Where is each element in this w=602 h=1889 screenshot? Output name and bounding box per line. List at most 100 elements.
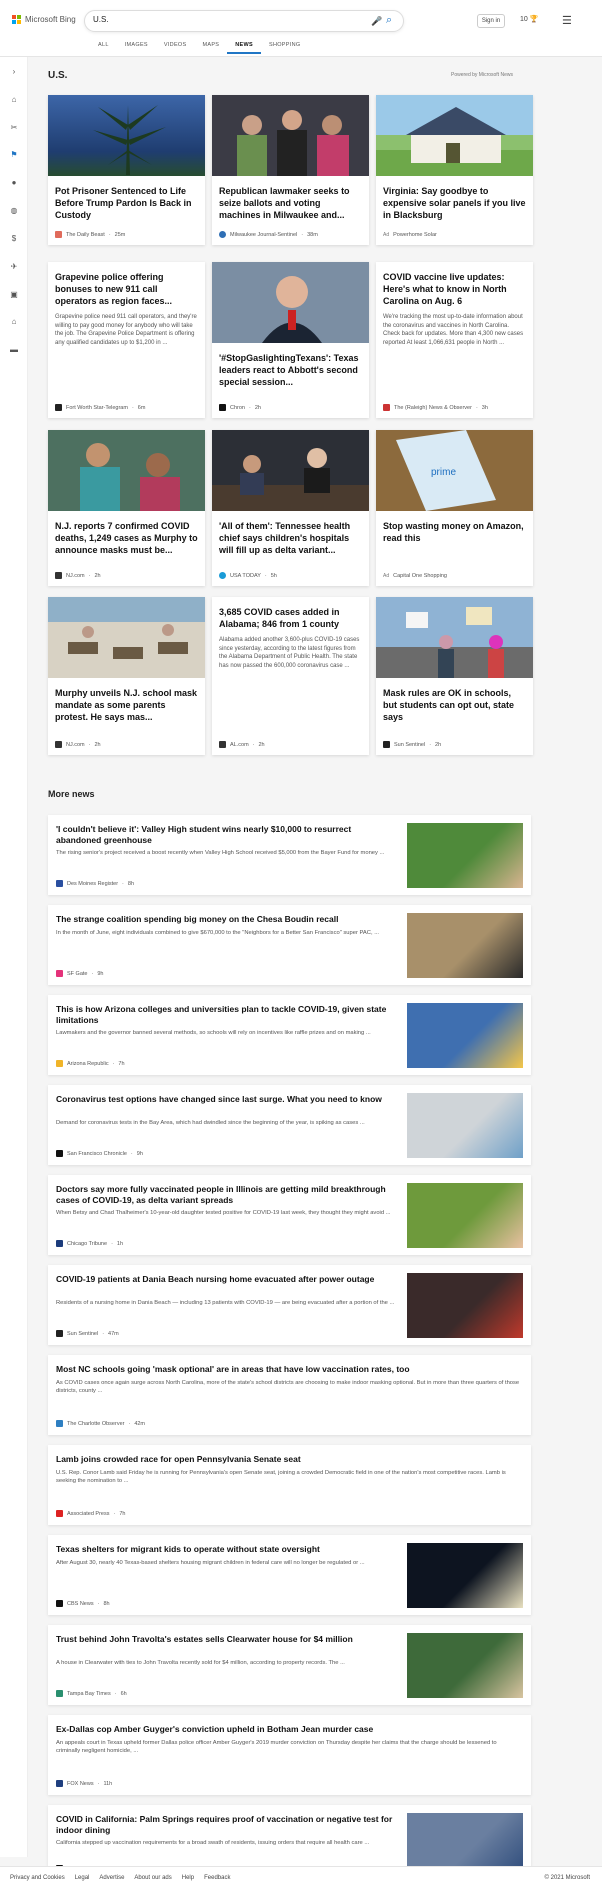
globe-icon[interactable]: ◍: [9, 206, 19, 216]
card-headline[interactable]: 3,685 COVID cases added in Alabama; 846 …: [219, 606, 362, 630]
footer-feedback-link[interactable]: Feedback: [204, 1875, 230, 1881]
tab-maps[interactable]: MAPS: [194, 42, 227, 54]
tab-all[interactable]: ALL: [90, 42, 117, 54]
footer-help-link[interactable]: Help: [182, 1875, 194, 1881]
more-news-item[interactable]: Ex-Dallas cop Amber Guyger's conviction …: [48, 1715, 531, 1795]
card-headline[interactable]: Virginia: Say goodbye to expensive solar…: [383, 185, 526, 221]
more-news-item[interactable]: Texas shelters for migrant kids to opera…: [48, 1535, 531, 1615]
more-news-headline[interactable]: Lamb joins crowded race for open Pennsyl…: [56, 1454, 521, 1465]
location-icon[interactable]: ●: [9, 178, 19, 188]
more-news-thumbnail[interactable]: [407, 913, 523, 978]
rewards-badge[interactable]: 10 🏆: [520, 15, 538, 23]
more-news-thumbnail[interactable]: [407, 823, 523, 888]
more-news-headline[interactable]: Trust behind John Travolta's estates sel…: [56, 1634, 396, 1645]
flag-icon[interactable]: ⚑: [9, 150, 19, 160]
hamburger-menu-icon[interactable]: ☰: [562, 14, 572, 27]
source-logo-icon: [56, 880, 63, 887]
source-logo-icon: [56, 1150, 63, 1157]
time-sep: ·: [248, 404, 251, 411]
more-news-item[interactable]: Coronavirus test options have changed si…: [48, 1085, 531, 1165]
news-card[interactable]: Mask rules are OK in schools, but studen…: [376, 597, 533, 755]
more-news-headline[interactable]: Texas shelters for migrant kids to opera…: [56, 1544, 396, 1555]
search-input[interactable]: [93, 15, 363, 24]
news-card[interactable]: prime Stop wasting money on Amazon, read…: [376, 430, 533, 586]
press-conference-image: [212, 430, 369, 511]
money-icon[interactable]: $: [9, 234, 19, 244]
science-icon[interactable]: ✈: [9, 262, 19, 272]
news-card[interactable]: N.J. reports 7 confirmed COVID deaths, 1…: [48, 430, 205, 586]
source-logo-icon: [55, 404, 62, 411]
vaccination-image: [48, 430, 205, 511]
source-time: 7h: [118, 1060, 125, 1067]
news-card[interactable]: Republican lawmaker seeks to seize ballo…: [212, 95, 369, 245]
more-news-item[interactable]: Doctors say more fully vaccinated people…: [48, 1175, 531, 1255]
tech-icon[interactable]: ▬: [9, 345, 19, 355]
card-headline[interactable]: Grapevine police offering bonuses to new…: [55, 271, 198, 307]
news-card[interactable]: 3,685 COVID cases added in Alabama; 846 …: [212, 597, 369, 755]
more-news-item[interactable]: The strange coalition spending big money…: [48, 905, 531, 985]
more-news-headline[interactable]: The strange coalition spending big money…: [56, 914, 396, 925]
bing-logo[interactable]: Microsoft Bing: [12, 15, 76, 24]
footer-privacy-link[interactable]: Privacy and Cookies: [10, 1875, 65, 1881]
news-card[interactable]: Murphy unveils N.J. school mask mandate …: [48, 597, 205, 755]
more-news-thumbnail[interactable]: [407, 1633, 523, 1698]
footer-legal-link[interactable]: Legal: [75, 1875, 90, 1881]
entertainment-icon[interactable]: ▣: [9, 290, 19, 300]
news-card[interactable]: 'All of them': Tennessee health chief sa…: [212, 430, 369, 586]
news-card[interactable]: Virginia: Say goodbye to expensive solar…: [376, 95, 533, 245]
more-news-thumbnail[interactable]: [407, 1093, 523, 1158]
search-icon[interactable]: ⌕: [386, 14, 392, 27]
source-name: SF Gate: [67, 970, 88, 977]
more-news-item[interactable]: Trust behind John Travolta's estates sel…: [48, 1625, 531, 1705]
card-headline[interactable]: Stop wasting money on Amazon, read this: [383, 520, 526, 544]
more-news-headline[interactable]: Coronavirus test options have changed si…: [56, 1094, 396, 1105]
news-card[interactable]: COVID vaccine live updates: Here's what …: [376, 262, 533, 418]
more-news-item[interactable]: COVID-19 patients at Dania Beach nursing…: [48, 1265, 531, 1345]
home-icon[interactable]: ⌂: [9, 95, 19, 105]
more-news-headline[interactable]: Ex-Dallas cop Amber Guyger's conviction …: [56, 1724, 521, 1735]
card-headline[interactable]: Republican lawmaker seeks to seize ballo…: [219, 185, 362, 221]
card-headline[interactable]: Pot Prisoner Sentenced to Life Before Tr…: [55, 185, 198, 221]
card-headline[interactable]: Mask rules are OK in schools, but studen…: [383, 687, 526, 723]
more-news-summary: An appeals court in Texas upheld former …: [56, 1740, 497, 1754]
more-news-item[interactable]: This is how Arizona colleges and univers…: [48, 995, 531, 1075]
tab-news[interactable]: NEWS: [227, 42, 261, 54]
more-news-headline[interactable]: COVID-19 patients at Dania Beach nursing…: [56, 1274, 396, 1285]
news-card[interactable]: Grapevine police offering bonuses to new…: [48, 262, 205, 418]
footer-advertise-link[interactable]: Advertise: [99, 1875, 124, 1881]
more-news-thumbnail[interactable]: [407, 1183, 523, 1248]
card-headline[interactable]: 'All of them': Tennessee health chief sa…: [219, 520, 362, 556]
tab-images[interactable]: IMAGES: [117, 42, 156, 54]
microphone-icon[interactable]: 🎤: [371, 16, 382, 27]
tools-icon[interactable]: ✂: [9, 123, 19, 133]
source-name: Associated Press: [67, 1510, 110, 1517]
news-card[interactable]: '#StopGaslightingTexans': Texas leaders …: [212, 262, 369, 418]
more-news-thumbnail[interactable]: [407, 1273, 523, 1338]
more-news-summary: U.S. Rep. Conor Lamb said Friday he is r…: [56, 1470, 506, 1484]
more-news-headline[interactable]: 'I couldn't believe it': Valley High stu…: [56, 824, 396, 846]
footer-about-ads-link[interactable]: About our ads: [134, 1875, 171, 1881]
more-news-headline[interactable]: COVID in California: Palm Springs requir…: [56, 1814, 396, 1836]
news-card[interactable]: Pot Prisoner Sentenced to Life Before Tr…: [48, 95, 205, 245]
more-news-item[interactable]: Lamb joins crowded race for open Pennsyl…: [48, 1445, 531, 1525]
card-headline[interactable]: N.J. reports 7 confirmed COVID deaths, 1…: [55, 520, 198, 556]
more-news-item[interactable]: Most NC schools going 'mask optional' ar…: [48, 1355, 531, 1435]
expand-icon[interactable]: ›: [9, 67, 19, 77]
search-box[interactable]: 🎤 ⌕: [84, 10, 404, 32]
more-news-headline[interactable]: Doctors say more fully vaccinated people…: [56, 1184, 396, 1206]
tab-videos[interactable]: VIDEOS: [156, 42, 195, 54]
more-news-thumbnail[interactable]: [407, 1543, 523, 1608]
more-news-thumbnail[interactable]: [407, 1003, 523, 1068]
source-time: 2h: [435, 741, 442, 748]
more-news-headline[interactable]: This is how Arizona colleges and univers…: [56, 1004, 396, 1026]
more-news-item[interactable]: 'I couldn't believe it': Valley High stu…: [48, 815, 531, 895]
sign-in-button[interactable]: Sign in: [477, 14, 505, 28]
more-news-headline[interactable]: Most NC schools going 'mask optional' ar…: [56, 1364, 521, 1375]
source-time: 7h: [119, 1510, 126, 1517]
card-headline[interactable]: Murphy unveils N.J. school mask mandate …: [55, 687, 198, 723]
politics-icon[interactable]: ⌂: [9, 317, 19, 327]
card-headline[interactable]: COVID vaccine live updates: Here's what …: [383, 271, 526, 307]
tab-shopping[interactable]: SHOPPING: [261, 42, 308, 54]
card-headline[interactable]: '#StopGaslightingTexans': Texas leaders …: [219, 352, 362, 388]
more-news-summary: California stepped up vaccination requir…: [56, 1840, 370, 1846]
